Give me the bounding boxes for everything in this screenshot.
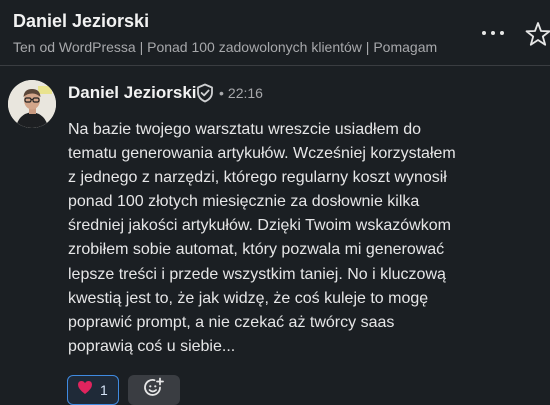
message-line: Na bazie twojego warsztatu wreszcie usia… [68, 121, 422, 138]
add-reaction-icon [143, 377, 165, 404]
message-line: poprawić prompt, a nie czekać aż twórcy … [68, 313, 395, 331]
reaction-count: 1 [100, 382, 108, 398]
star-icon[interactable] [524, 20, 550, 48]
add-reaction-button[interactable] [128, 375, 180, 405]
more-dot [491, 31, 495, 35]
message-line: tematu generowania artykułów. Wcześniej … [68, 145, 456, 163]
meta-separator: • [219, 85, 224, 101]
message-author[interactable]: Daniel Jeziorski [68, 83, 197, 103]
verified-shield-icon [195, 83, 215, 103]
message-line: poprawią coś u siebie... [68, 337, 236, 355]
message-line: kwestią jest to, że jak widzę, że coś ku… [68, 289, 429, 307]
more-options-button[interactable] [476, 22, 510, 44]
reaction-heart-button[interactable]: 1 [67, 375, 119, 405]
more-dot [500, 31, 504, 35]
message-body: Na bazie twojego warsztatu wreszcie usia… [68, 118, 544, 359]
message-time[interactable]: 22:16 [228, 85, 263, 101]
message-line: zrobiłem sobie automat, który pozwala mi… [68, 241, 445, 259]
message-meta: • 22:16 [219, 85, 263, 101]
message-line: lepsze treści i przede wszystkim taniej.… [68, 265, 446, 283]
avatar[interactable] [8, 80, 56, 128]
message-line: średniej jakości artykułów. Dzięki Twoim… [68, 217, 451, 235]
more-dot [482, 31, 486, 35]
message-line: z jednego z narzędzi, którego regularny … [68, 169, 447, 187]
message-line: ponad 100 złotych miesięcznie za dosłown… [68, 193, 420, 211]
header-subtitle: Ten od WordPressa | Ponad 100 zadowolony… [13, 39, 438, 55]
channel-header: Daniel Jeziorski Ten od WordPressa | Pon… [0, 0, 550, 66]
header-title[interactable]: Daniel Jeziorski [13, 11, 149, 32]
heart-icon [77, 380, 93, 400]
